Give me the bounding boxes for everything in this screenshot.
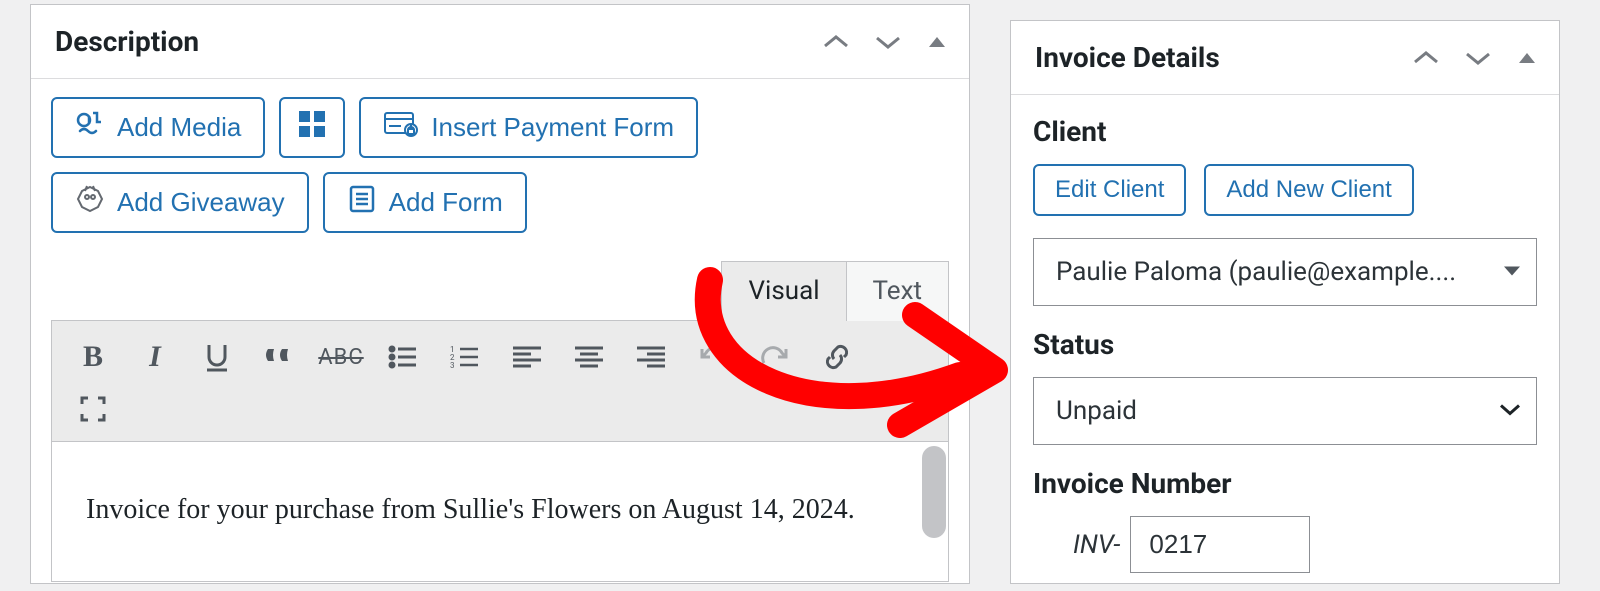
invoice-number-input[interactable] (1130, 516, 1310, 573)
blocks-button[interactable] (279, 97, 345, 158)
media-button-row-2: Add Giveaway Add Form (51, 172, 949, 233)
add-giveaway-label: Add Giveaway (117, 187, 285, 218)
invoice-number-label: Invoice Number (1033, 467, 1537, 500)
bold-button[interactable]: B (62, 333, 124, 381)
payment-form-icon (383, 110, 419, 145)
editor-text: Invoice for your purchase from Sullie's … (86, 494, 855, 525)
tab-visual[interactable]: Visual (721, 261, 846, 321)
editor-scrollbar[interactable] (922, 446, 946, 538)
redo-button[interactable] (744, 333, 806, 381)
media-button-row: Add Media Insert Payment Form (51, 97, 949, 158)
blockquote-button[interactable] (248, 333, 310, 381)
description-header: Description (31, 5, 969, 79)
undo-button[interactable] (682, 333, 744, 381)
blocks-icon (297, 109, 327, 146)
toggle-panel-icon[interactable] (1517, 51, 1537, 65)
editor-tabs: Visual Text (51, 261, 949, 321)
description-metabox: Description (30, 4, 970, 584)
bullet-list-button[interactable] (372, 333, 434, 381)
giveaway-icon (75, 184, 105, 221)
align-center-button[interactable] (558, 333, 620, 381)
move-down-icon[interactable] (1465, 50, 1491, 66)
invoice-details-header: Invoice Details (1011, 21, 1559, 95)
add-form-button[interactable]: Add Form (323, 172, 527, 233)
status-label: Status (1033, 328, 1537, 361)
underline-button[interactable] (186, 333, 248, 381)
add-giveaway-button[interactable]: Add Giveaway (51, 172, 309, 233)
italic-button[interactable]: I (124, 333, 186, 381)
insert-payment-form-button[interactable]: Insert Payment Form (359, 97, 698, 158)
add-media-button[interactable]: Add Media (51, 97, 265, 158)
svg-text:3: 3 (450, 361, 455, 369)
move-up-icon[interactable] (1413, 50, 1439, 66)
editor-content-area[interactable]: Invoice for your purchase from Sullie's … (51, 442, 949, 582)
add-media-label: Add Media (117, 112, 241, 143)
panel-order-controls-side (1413, 50, 1537, 66)
invoice-details-metabox: Invoice Details Client Edit Client Add N… (1010, 20, 1560, 584)
form-icon (347, 184, 377, 221)
invoice-number-row: INV- (1033, 516, 1537, 573)
description-body: Add Media Insert Payment Form (31, 79, 969, 582)
invoice-details-body: Client Edit Client Add New Client Paulie… (1011, 95, 1559, 583)
tab-text[interactable]: Text (846, 261, 949, 321)
panel-order-controls (823, 34, 947, 50)
move-up-icon[interactable] (823, 34, 849, 50)
invoice-number-prefix: INV- (1033, 530, 1120, 560)
media-icon (75, 110, 105, 145)
fullscreen-button[interactable] (62, 385, 124, 433)
numbered-list-button[interactable]: 123 (434, 333, 496, 381)
link-button[interactable] (806, 333, 868, 381)
editor-toolbar: B I ABC 123 (51, 320, 949, 442)
description-title: Description (55, 25, 199, 58)
add-new-client-button[interactable]: Add New Client (1204, 164, 1413, 216)
align-left-button[interactable] (496, 333, 558, 381)
client-label: Client (1033, 115, 1537, 148)
add-form-label: Add Form (389, 187, 503, 218)
client-select[interactable]: Paulie Paloma (paulie@example.... (1033, 238, 1537, 306)
edit-client-button[interactable]: Edit Client (1033, 164, 1186, 216)
invoice-details-title: Invoice Details (1035, 41, 1220, 74)
insert-payment-form-label: Insert Payment Form (431, 112, 674, 143)
align-right-button[interactable] (620, 333, 682, 381)
status-select[interactable]: Unpaid (1033, 377, 1537, 445)
strikethrough-button[interactable]: ABC (310, 333, 372, 381)
move-down-icon[interactable] (875, 34, 901, 50)
client-buttons: Edit Client Add New Client (1033, 164, 1537, 216)
toggle-panel-icon[interactable] (927, 35, 947, 49)
